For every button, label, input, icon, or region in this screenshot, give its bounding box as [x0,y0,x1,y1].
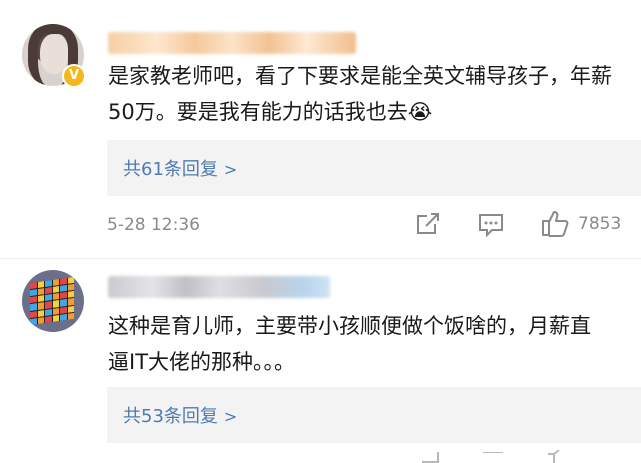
chevron-right-icon: > [223,160,238,179]
rubiks-cube-image [30,276,74,326]
like-icon[interactable] [540,208,570,238]
comment-text: 是家教老师吧，看了下要求是能全英文辅导孩子，年薪50万。要是我有能力的话我也去😭 [108,64,612,124]
verified-badge-icon: V [62,64,86,88]
username-blurred[interactable] [108,32,356,54]
share-icon[interactable] [415,211,441,237]
like-count: 7853 [578,214,622,234]
reply-box[interactable]: 共53条回复 > [107,387,641,443]
comment-time: 5-28 12:36 [107,215,200,235]
comment-divider [0,258,641,259]
comment-icon[interactable] [478,212,504,238]
comment-text: 这种是育儿师，主要带小孩顺便做个饭啥的，月薪直逼IT大佬的那种。。。 [108,314,591,374]
reply-box[interactable]: 共61条回复 > [107,140,641,196]
view-replies-link[interactable]: 共61条回复 > [123,155,237,181]
username-blurred[interactable] [108,276,330,298]
like-icon[interactable] [545,450,571,463]
avatar[interactable] [22,270,84,332]
share-icon[interactable] [420,452,442,463]
view-replies-link[interactable]: 共53条回复 > [123,402,237,428]
chevron-right-icon: > [223,407,238,426]
comment-icon[interactable] [482,452,504,463]
reply-link-label: 共61条回复 [123,159,218,180]
reply-link-label: 共53条回复 [123,406,218,427]
